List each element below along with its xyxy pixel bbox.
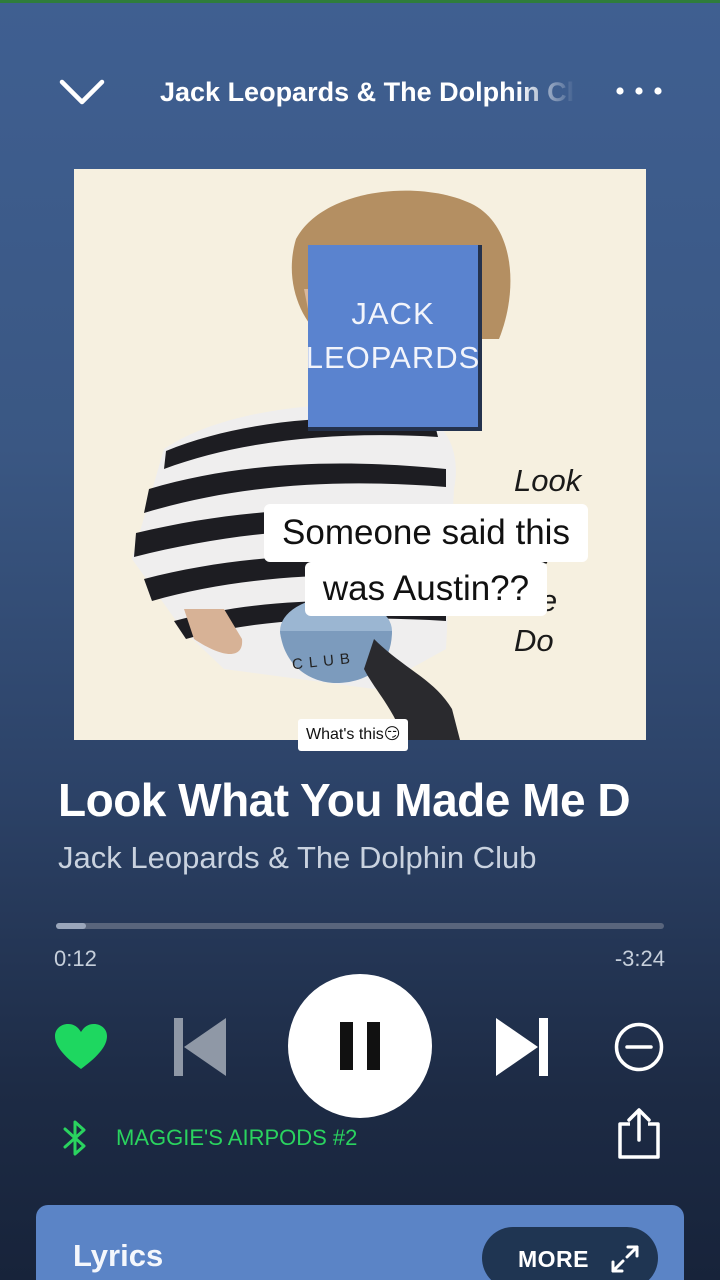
track-title: Look What You Made Me D bbox=[58, 774, 631, 826]
progress-fill bbox=[56, 923, 87, 929]
play-pause-button[interactable] bbox=[288, 974, 432, 1118]
minus-circle-icon[interactable] bbox=[610, 1018, 668, 1076]
lyrics-more-button[interactable]: MORE bbox=[482, 1227, 658, 1280]
skip-previous-icon[interactable] bbox=[166, 1012, 232, 1082]
lyrics-title: Lyrics bbox=[73, 1238, 164, 1273]
share-icon[interactable] bbox=[612, 1108, 666, 1160]
text-sticker: What's this😏 bbox=[298, 719, 409, 751]
bluetooth-icon[interactable] bbox=[60, 1118, 90, 1158]
expand-icon bbox=[611, 1245, 639, 1273]
album-art-logo-box: JACK LEOPARDS bbox=[305, 245, 482, 431]
caption-line-2: was Austin?? bbox=[304, 562, 548, 616]
caption-line-1: Someone said this bbox=[264, 504, 588, 562]
lyrics-more-label: MORE bbox=[518, 1246, 589, 1272]
progress-bar[interactable] bbox=[56, 923, 664, 929]
elapsed-time: 0:12 bbox=[54, 946, 97, 971]
album-art: JACK LEOPARDS Look de Me Do CLUB bbox=[74, 169, 646, 740]
album-art-logo-line2: LEOPARDS bbox=[305, 340, 481, 375]
pause-icon bbox=[340, 1022, 380, 1070]
chevron-down-icon[interactable] bbox=[58, 76, 106, 108]
more-options-icon[interactable] bbox=[614, 80, 664, 102]
heart-icon[interactable] bbox=[52, 1018, 110, 1076]
track-artist[interactable]: Jack Leopards & The Dolphin Club bbox=[58, 838, 678, 878]
remaining-time: -3:24 bbox=[614, 946, 665, 971]
connected-device-label[interactable]: MAGGIE'S AIRPODS #2 bbox=[116, 1122, 357, 1154]
album-art-logo-line1: JACK bbox=[351, 296, 435, 331]
lyrics-card[interactable]: Lyrics MORE bbox=[36, 1205, 684, 1280]
header-title: Jack Leopards & The Dolphin Club bbox=[160, 77, 576, 107]
album-art-word: Look bbox=[514, 463, 582, 498]
skip-next-icon[interactable] bbox=[490, 1012, 556, 1082]
video-caption: Someone said this was Austin?? bbox=[232, 504, 620, 628]
status-line bbox=[0, 0, 720, 3]
